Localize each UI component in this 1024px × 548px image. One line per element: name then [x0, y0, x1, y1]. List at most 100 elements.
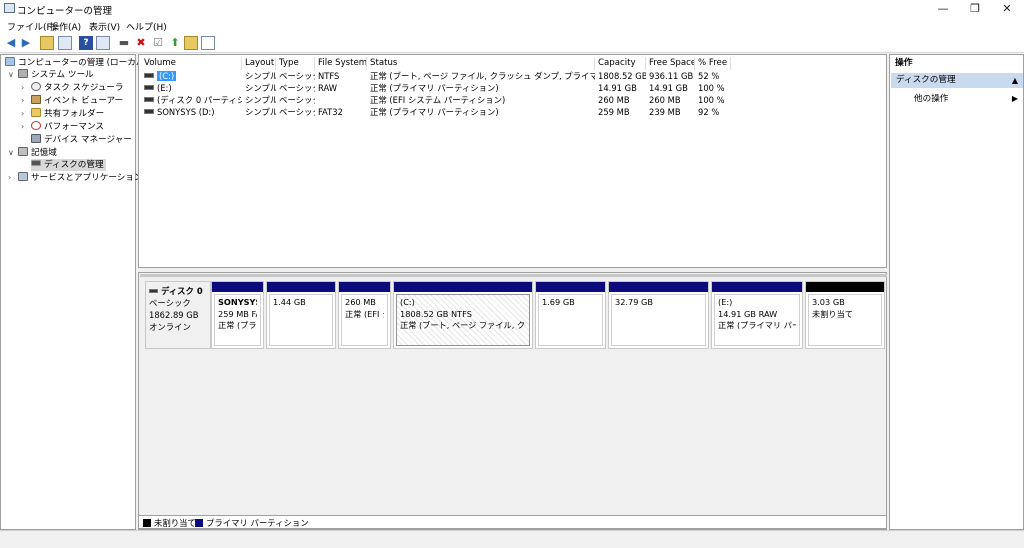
partition-sonysys[interactable]: SONYSYS ( 259 MB FAT 正常 (プライマ — [211, 281, 264, 349]
submenu-arrow-icon: ▶ — [1011, 94, 1018, 103]
partition-size: 260 MB — [345, 297, 376, 307]
partition-color-bar — [212, 282, 263, 292]
toolbar: ◀ ▶ ? ▬ ✖ ☑ ⬆ — [0, 33, 1024, 53]
disk-type: ベーシック — [149, 298, 191, 308]
open-icon[interactable] — [184, 36, 198, 50]
cell-file-system: RAW — [318, 83, 338, 93]
chevron-down-icon[interactable]: ∨ — [8, 147, 14, 159]
properties-icon[interactable] — [96, 36, 110, 50]
volume-name: (E:) — [157, 83, 172, 93]
partition-unallocated[interactable]: 3.03 GB 未割り当て — [805, 281, 885, 349]
chevron-right-icon[interactable]: › — [21, 82, 24, 94]
volume-name: (ディスク 0 パーティション 3) — [157, 95, 242, 105]
partition-5[interactable]: 1.69 GB — [535, 281, 606, 349]
partition-size: 1808.52 GB NTFS — [400, 308, 472, 319]
partition-color-bar — [609, 282, 708, 292]
collapse-up-icon[interactable]: ▲ — [1012, 73, 1018, 88]
cell-volume: (ディスク 0 パーティション 3) — [141, 94, 242, 106]
menu-help[interactable]: ヘルプ(H) — [126, 20, 167, 33]
partition-label: (E:) — [718, 297, 733, 307]
tree-item-label: システム ツール — [31, 70, 94, 80]
tree-item-shared-folders[interactable]: 共有フォルダー — [31, 108, 104, 120]
tree-item-task-scheduler[interactable]: タスク スケジューラ — [31, 82, 123, 94]
connect-icon[interactable]: ▬ — [117, 36, 131, 50]
column-header-type[interactable]: Type — [276, 57, 315, 70]
cell-layout: シンプル — [245, 95, 276, 105]
menu-action[interactable]: 操作(A) — [50, 20, 81, 33]
action-section-disk-management[interactable]: ディスクの管理 ▲ — [891, 73, 1023, 88]
cell-pct-free: 100 % — [698, 83, 725, 93]
partition-status: 正常 (ブート, ページ ファイル, クラッシュ ダン — [400, 320, 526, 330]
chevron-right-icon[interactable]: › — [21, 121, 24, 133]
close-button[interactable]: ✕ — [990, 0, 1024, 18]
up-folder-icon[interactable] — [40, 36, 54, 50]
partition-size: 1.69 GB — [542, 297, 575, 307]
partition-legend: 未割り当て プライマリ パーティション — [138, 515, 887, 529]
partition-status: 正常 (プライマ — [218, 320, 257, 330]
partition-size: 259 MB FAT — [218, 308, 257, 319]
tree-item-system-tools[interactable]: システム ツール — [18, 69, 94, 81]
column-header-status[interactable]: Status — [367, 57, 595, 70]
forward-arrow-icon[interactable]: ▶ — [19, 36, 33, 50]
partition-size: 1.44 GB — [273, 297, 306, 307]
partition-color-bar — [267, 282, 335, 292]
menu-file[interactable]: ファイル(F) — [7, 20, 55, 33]
partition-c[interactable]: (C:) 1808.52 GB NTFS 正常 (ブート, ページ ファイル, … — [393, 281, 533, 349]
tree-item-disk-management[interactable]: ディスクの管理 — [31, 159, 106, 171]
menu-view[interactable]: 表示(V) — [89, 20, 120, 33]
tree-item-services-apps[interactable]: サービスとアプリケーション — [18, 172, 143, 184]
cell-status: 正常 (ブート, ページ ファイル, クラッシュ ダンプ, プライマリ パーティ… — [370, 71, 595, 81]
tree-item-performance[interactable]: パフォーマンス — [31, 121, 104, 133]
column-header-free-space[interactable]: Free Space — [646, 57, 695, 70]
partition-color-bar — [712, 282, 802, 292]
menu-bar: ファイル(F) 操作(A) 表示(V) ヘルプ(H) — [0, 18, 1024, 33]
cell-status: 正常 (プライマリ パーティション) — [370, 83, 499, 93]
cell-status: 正常 (EFI システム パーティション) — [370, 95, 506, 105]
services-icon — [18, 172, 28, 181]
column-header-layout[interactable]: Layout — [242, 57, 276, 70]
partition-e[interactable]: (E:) 14.91 GB RAW 正常 (プライマリ パーティシ — [711, 281, 803, 349]
back-arrow-icon[interactable]: ◀ — [4, 36, 18, 50]
cell-pct-free: 100 % — [698, 95, 725, 105]
column-header-volume[interactable]: Volume — [141, 57, 242, 70]
tree-item-label: ディスクの管理 — [44, 160, 104, 170]
console-icon[interactable] — [201, 36, 215, 50]
partition-efi[interactable]: 260 MB 正常 (EFI シ — [338, 281, 391, 349]
show-hide-tree-icon[interactable] — [58, 36, 72, 50]
volume-icon — [144, 85, 154, 90]
delete-icon[interactable]: ✖ — [134, 36, 148, 50]
disk-icon — [31, 160, 41, 166]
tree-item-event-viewer[interactable]: イベント ビューアー — [31, 95, 123, 107]
tree-item-root[interactable]: コンピューターの管理 (ローカル) — [5, 57, 148, 69]
device-manager-icon — [31, 134, 41, 143]
disk-0-info[interactable]: ディスク 0 ベーシック 1862.89 GB オンライン — [145, 281, 211, 349]
cell-capacity: 14.91 GB — [598, 83, 637, 93]
volume-icon — [144, 97, 154, 102]
chevron-down-icon[interactable]: ∨ — [8, 69, 14, 81]
minimize-button[interactable]: — — [926, 0, 960, 18]
column-header-pct-free[interactable]: % Free — [695, 57, 731, 70]
legend-primary: プライマリ パーティション — [195, 517, 309, 529]
window-title: コンピューターの管理 — [17, 6, 113, 17]
partition-6[interactable]: 32.79 GB — [608, 281, 709, 349]
chevron-right-icon[interactable]: › — [21, 108, 24, 120]
action-more-actions[interactable]: 他の操作 ▶ — [890, 92, 1023, 106]
partition-1[interactable]: 1.44 GB — [266, 281, 336, 349]
maximize-button[interactable]: ❐ — [958, 0, 992, 18]
check-icon[interactable]: ☑ — [151, 36, 165, 50]
column-header-capacity[interactable]: Capacity — [595, 57, 646, 70]
legend-swatch-primary — [195, 519, 203, 527]
volume-list: Volume Layout Type File System Status Ca… — [138, 54, 887, 268]
export-icon[interactable]: ⬆ — [168, 36, 182, 50]
disk-graph-view: ディスク 0 ベーシック 1862.89 GB オンライン SONYSYS ( … — [138, 272, 887, 530]
cell-type: ベーシック — [279, 71, 315, 81]
chevron-right-icon[interactable]: › — [21, 95, 24, 107]
partition-color-bar — [806, 282, 884, 292]
column-header-file-system[interactable]: File System — [315, 57, 367, 70]
tree-item-storage[interactable]: 記憶域 — [18, 147, 57, 159]
cell-file-system: NTFS — [318, 71, 340, 81]
tree-item-device-manager[interactable]: デバイス マネージャー — [31, 134, 132, 146]
action-item-label: 他の操作 — [914, 94, 949, 104]
help-icon[interactable]: ? — [79, 36, 93, 50]
chevron-right-icon[interactable]: › — [8, 172, 11, 184]
